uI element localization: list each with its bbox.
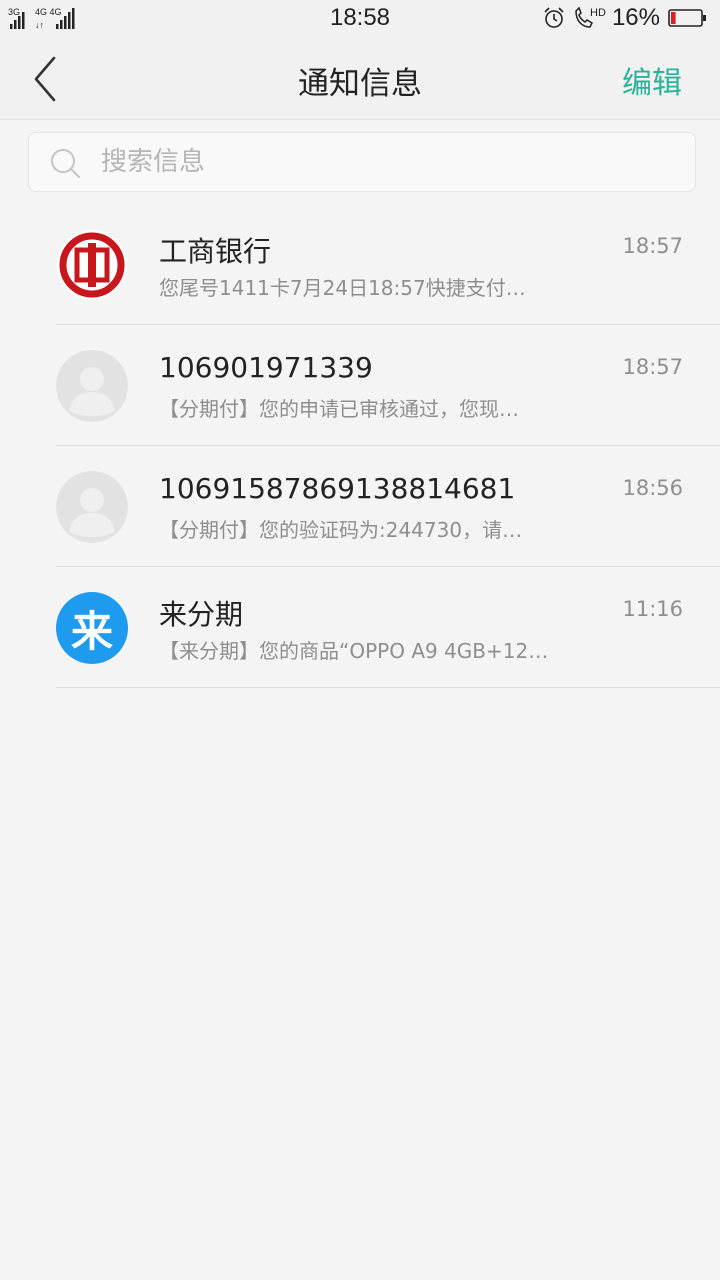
battery-percent: 16% — [611, 4, 660, 31]
search-bar[interactable] — [28, 132, 696, 192]
conversation-name: 10691587869138814681 — [159, 472, 516, 505]
status-bar: 3G 4G 4G ↓↑ 18:58 HD 16% — [0, 0, 720, 38]
hd-call-icon: HD — [575, 6, 606, 28]
conversation-preview: 您尾号1411卡7月24日18:57快捷支付… — [159, 276, 526, 300]
navigation-bar: 通知信息 编辑 — [0, 38, 720, 120]
page-title: 通知信息 — [298, 66, 422, 102]
default-person-icon — [56, 350, 128, 422]
lai-logo-icon: 来 — [56, 592, 128, 664]
conversation-name: 工商银行 — [159, 235, 272, 268]
conversation-time: 18:56 — [622, 476, 683, 500]
battery-icon — [668, 9, 706, 27]
conversation-preview: 【分期付】您的申请已审核通过，您现… — [159, 397, 519, 421]
svg-text:HD: HD — [590, 7, 606, 19]
conversation-preview: 【来分期】您的商品“OPPO A9 4GB+12… — [159, 639, 549, 663]
search-input[interactable] — [101, 133, 681, 191]
conversation-list: 工商银行 您尾号1411卡7月24日18:57快捷支付… 18:57 10690… — [0, 204, 720, 688]
conversation-item[interactable]: 10691587869138814681 【分期付】您的验证码为:244730，… — [0, 446, 720, 567]
conversation-item[interactable]: 106901971339 【分期付】您的申请已审核通过，您现… 18:57 — [0, 325, 720, 446]
conversation-item[interactable]: 来 来分期 【来分期】您的商品“OPPO A9 4GB+12… 11:16 — [0, 567, 720, 688]
divider — [56, 687, 720, 688]
conversation-name: 来分期 — [159, 598, 244, 631]
conversation-name: 106901971339 — [159, 351, 373, 384]
conversation-time: 18:57 — [622, 355, 683, 379]
conversation-preview: 【分期付】您的验证码为:244730，请… — [159, 518, 523, 542]
icbc-logo-icon — [56, 229, 128, 301]
conversation-time: 11:16 — [622, 597, 683, 621]
edit-button[interactable]: 编辑 — [622, 58, 682, 102]
search-icon — [51, 149, 80, 178]
conversation-time: 18:57 — [622, 234, 683, 258]
alarm-icon — [544, 7, 564, 28]
conversation-item[interactable]: 工商银行 您尾号1411卡7月24日18:57快捷支付… 18:57 — [0, 204, 720, 325]
status-right: HD 16% — [542, 4, 708, 32]
default-person-icon — [56, 471, 128, 543]
